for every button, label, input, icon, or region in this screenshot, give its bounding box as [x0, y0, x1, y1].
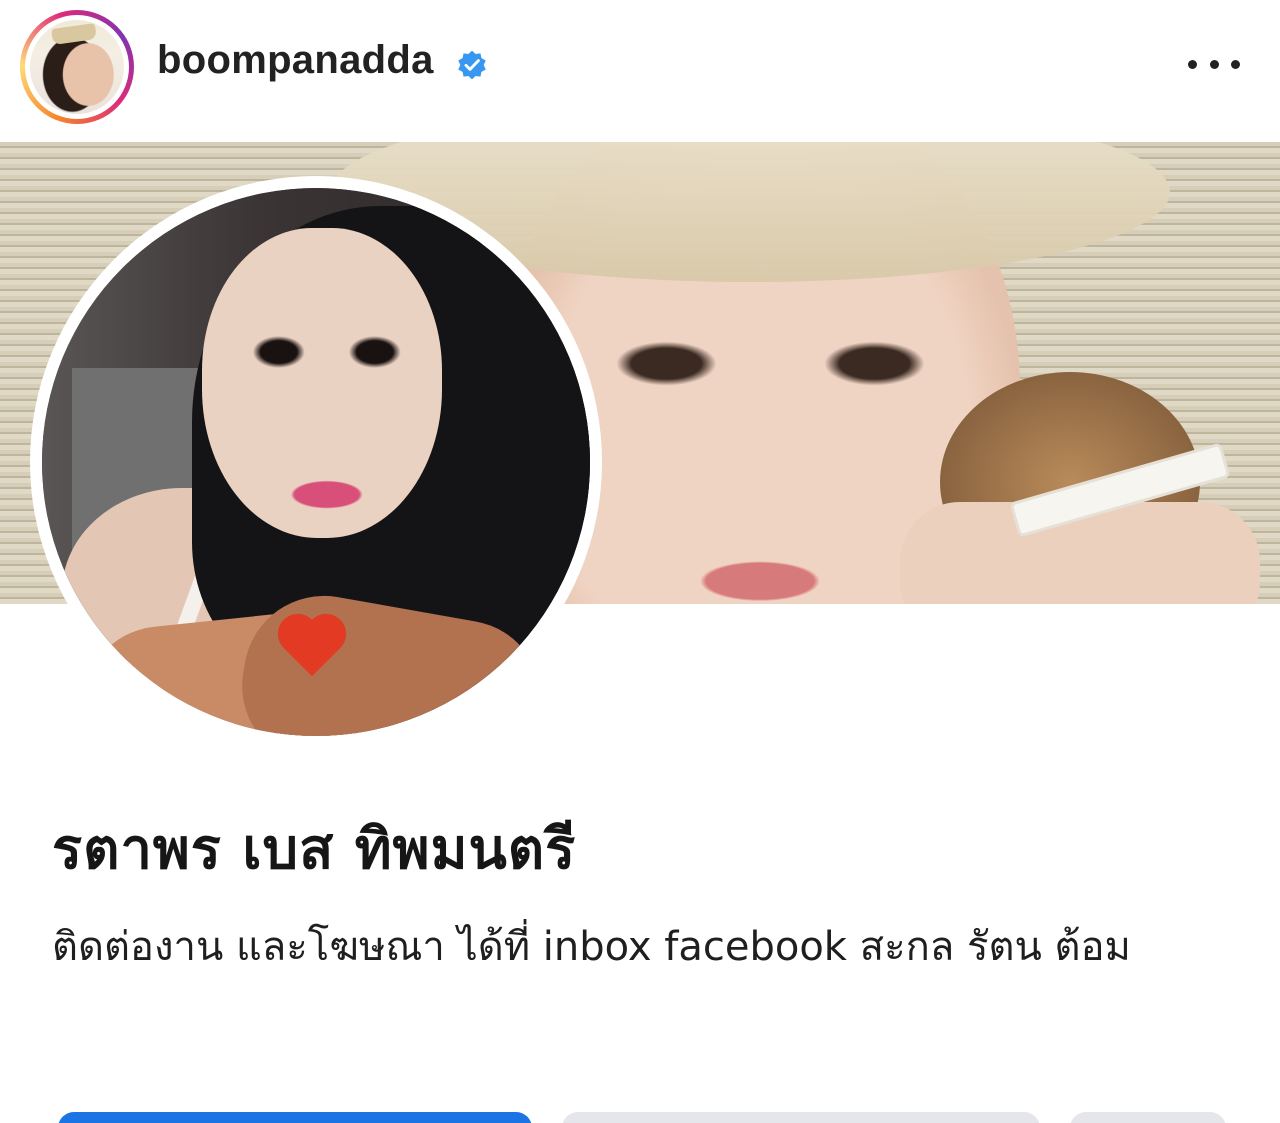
- dot: [1188, 59, 1197, 69]
- secondary-action-button: [562, 1112, 1040, 1123]
- instagram-post: boompanadda รตาพร เบส ทิพมนตรี ติดต่องาน…: [0, 0, 1280, 1123]
- profile-bio: ติดต่องาน และโฆษณา ได้ที่ inbox facebook…: [52, 924, 1131, 970]
- more-action-button: [1070, 1112, 1226, 1123]
- avatar-crown-detail: [51, 23, 97, 45]
- username[interactable]: boompanadda: [157, 38, 434, 83]
- story-ring[interactable]: [20, 10, 134, 124]
- dot: [1231, 59, 1240, 69]
- primary-action-button: [58, 1112, 532, 1123]
- verified-badge-icon: [458, 50, 486, 80]
- post-header: boompanadda: [0, 0, 1280, 130]
- dot: [1209, 59, 1219, 69]
- post-image: รตาพร เบส ทิพมนตรี ติดต่องาน และโฆษณา ได…: [0, 142, 1280, 1123]
- profile-name: รตาพร เบส ทิพมนตรี: [52, 817, 577, 882]
- profile-picture-frame: [30, 176, 602, 748]
- more-options-icon[interactable]: [1188, 44, 1240, 84]
- profile-picture: [42, 188, 590, 736]
- avatar-frame: [25, 15, 129, 119]
- profile-pic-face: [202, 228, 442, 538]
- avatar: [30, 20, 124, 114]
